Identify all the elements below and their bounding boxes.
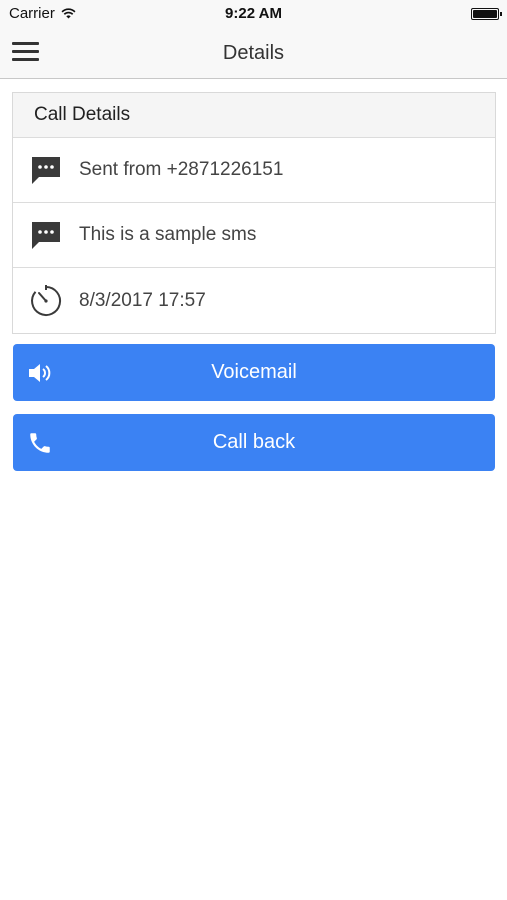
status-bar: Carrier 9:22 AM (0, 0, 507, 28)
timestamp-text: 8/3/2017 17:57 (79, 289, 206, 311)
speaker-icon (27, 361, 53, 385)
list-item-timestamp: 8/3/2017 17:57 (13, 268, 495, 333)
message-text: This is a sample sms (79, 224, 257, 245)
message-icon (13, 220, 79, 250)
voicemail-label: Voicemail (211, 361, 297, 383)
status-time: 9:22 AM (225, 5, 282, 22)
card-header: Call Details (13, 93, 495, 138)
call-back-button[interactable]: Call back (13, 414, 495, 471)
battery-icon (471, 8, 502, 20)
voicemail-button[interactable]: Voicemail (13, 344, 495, 401)
list-item-message: This is a sample sms (13, 203, 495, 268)
page-title: Details (222, 42, 285, 64)
navigation-bar: Details (0, 28, 507, 79)
sender-text: Sent from +2871226151 (79, 159, 284, 180)
list-item-sender: Sent from +2871226151 (13, 138, 495, 203)
timer-icon (13, 284, 79, 318)
phone-icon (27, 430, 53, 456)
call-back-label: Call back (212, 431, 296, 453)
message-icon (13, 155, 79, 185)
call-details-card: Call Details Sent from +2871226151 This … (12, 92, 496, 334)
